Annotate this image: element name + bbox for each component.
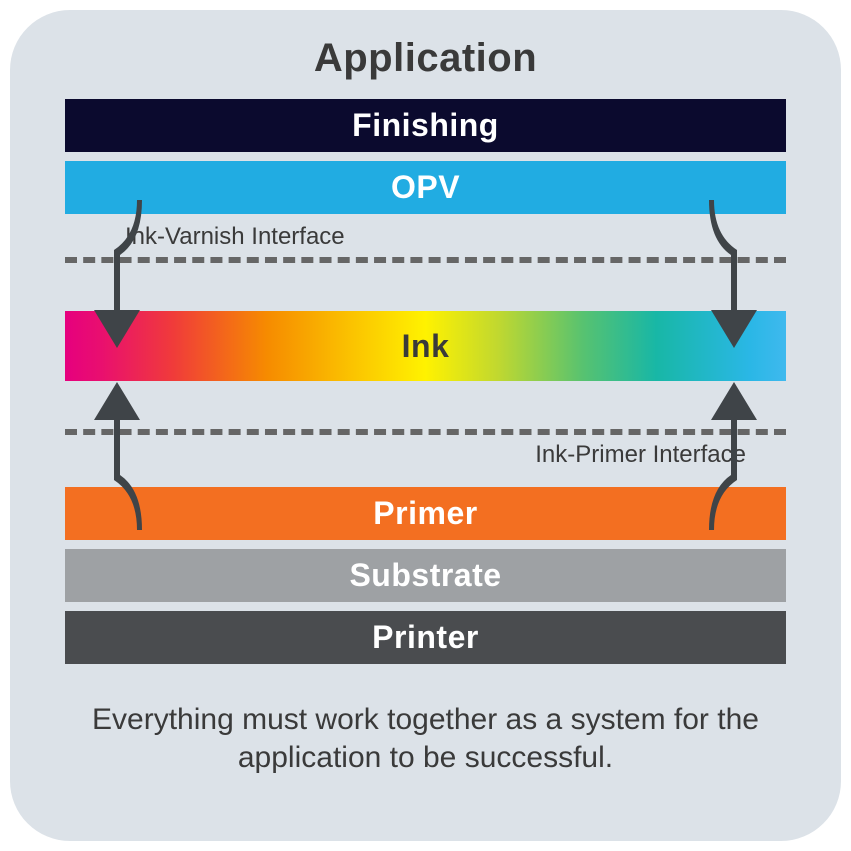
ink-row: Ink (65, 311, 786, 381)
title: Application (10, 10, 841, 81)
layer-substrate: Substrate (65, 549, 786, 602)
layer-primer: Primer (65, 487, 786, 540)
interface-label-primer: Ink-Primer Interface (65, 441, 786, 469)
interface-label-varnish: Ink-Varnish Interface (65, 223, 786, 251)
interface-dashed-top (65, 257, 786, 263)
layer-ink: Ink (65, 311, 786, 381)
layer-opv: OPV (65, 161, 786, 214)
layer-stack: Finishing OPV (65, 99, 786, 214)
bottom-stack: Primer Substrate Printer (65, 487, 786, 664)
interface-dashed-bottom (65, 429, 786, 435)
layer-finishing: Finishing (65, 99, 786, 152)
diagram-card: Application Finishing OPV Ink-Varnish In… (10, 10, 841, 841)
footer-text: Everything must work together as a syste… (10, 673, 841, 776)
layer-printer: Printer (65, 611, 786, 664)
